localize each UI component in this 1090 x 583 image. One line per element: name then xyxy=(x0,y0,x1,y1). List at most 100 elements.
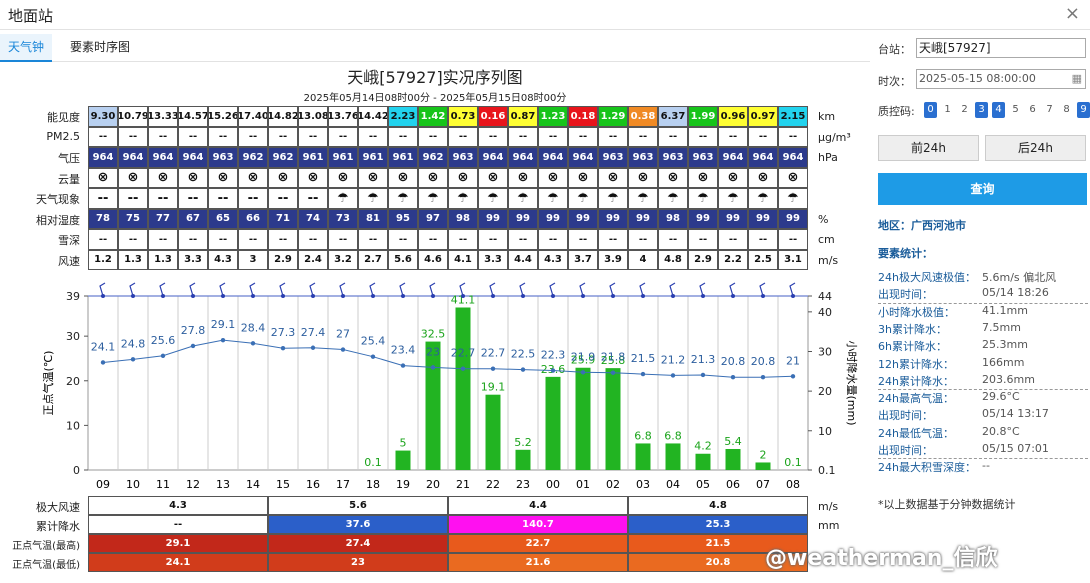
wind-barb-icon xyxy=(189,282,196,297)
wind-barb-icon xyxy=(639,282,646,297)
rain-label: 19.1 xyxy=(481,381,506,394)
temp-point xyxy=(130,357,136,362)
temp-label: 22.3 xyxy=(541,349,566,362)
y2-tick-label: 30 xyxy=(818,345,832,358)
x-tick-label: 01 xyxy=(576,478,590,491)
station-input[interactable]: 天峨[57927] xyxy=(916,38,1086,58)
y-tick-label: 20 xyxy=(66,375,80,388)
time-input[interactable]: 2025-05-15 08:00:00 ▦ xyxy=(916,69,1086,89)
temp-label: 24.8 xyxy=(121,337,146,350)
rain-bar xyxy=(515,449,531,470)
rain-bar xyxy=(635,443,651,470)
x-tick-label: 17 xyxy=(336,478,350,491)
y-tick-label: 30 xyxy=(66,330,80,343)
temp-point xyxy=(370,354,376,359)
x-tick-label: 22 xyxy=(486,478,500,491)
region-label: 地区：广西河池市 xyxy=(878,219,966,232)
x-tick-label: 15 xyxy=(276,478,290,491)
wind-barb-icon xyxy=(309,282,316,297)
calendar-icon[interactable]: ▦ xyxy=(1072,70,1082,88)
temp-point xyxy=(100,360,106,365)
qc-label: 质控码: xyxy=(878,105,915,118)
stat-value: 7.5mm xyxy=(982,320,1021,334)
wind-barb-icon xyxy=(339,282,346,297)
temp-point xyxy=(730,375,736,380)
temp-point xyxy=(220,337,226,343)
rain-bar xyxy=(725,448,741,470)
x-tick-label: 14 xyxy=(246,478,260,491)
temp-point xyxy=(340,347,346,352)
y-tick-label: 0 xyxy=(73,464,80,477)
wind-barb-icon xyxy=(759,282,766,297)
temp-label: 21.8 xyxy=(601,351,626,364)
stat-value: 05/15 07:01 xyxy=(982,442,1049,455)
rain-label: 0.1 xyxy=(784,456,802,469)
query-button[interactable]: 查询 xyxy=(878,173,1087,205)
qc-code-5[interactable]: 5 xyxy=(1009,102,1022,118)
qc-code-6[interactable]: 6 xyxy=(1026,102,1039,118)
temp-point xyxy=(760,375,766,380)
rain-bar xyxy=(545,376,561,470)
qc-code-8[interactable]: 8 xyxy=(1060,102,1073,118)
stat-value: 41.1mm xyxy=(982,303,1028,317)
temp-label: 27 xyxy=(336,328,350,341)
temp-point xyxy=(550,368,556,373)
temp-label: 21.3 xyxy=(691,353,716,366)
prev-24h-button[interactable]: 前24h xyxy=(878,135,979,161)
wind-barb-icon xyxy=(549,282,556,297)
qc-code-4[interactable]: 4 xyxy=(992,102,1005,118)
x-tick-label: 07 xyxy=(756,478,770,491)
rain-bar xyxy=(485,394,501,470)
rain-label: 6.8 xyxy=(664,429,682,442)
next-24h-button[interactable]: 后24h xyxy=(985,135,1086,161)
temp-label: 25.4 xyxy=(361,335,386,348)
rain-bar xyxy=(665,443,681,470)
rain-bar xyxy=(455,307,471,470)
qc-code-7[interactable]: 7 xyxy=(1043,102,1056,118)
rain-label: 4.2 xyxy=(694,440,712,453)
y2-tick-label: 44 xyxy=(818,290,832,303)
rain-label: 5.4 xyxy=(724,435,742,448)
rain-bar xyxy=(755,462,771,470)
stat-value: 29.6°C xyxy=(982,390,1020,404)
stats-note: *以上数据基于分钟数据统计 xyxy=(878,498,1016,511)
temp-label: 27.8 xyxy=(181,324,206,337)
y2-tick-label: 20 xyxy=(818,385,832,398)
temp-label: 25.6 xyxy=(151,334,176,347)
x-tick-label: 11 xyxy=(156,478,170,491)
stats-title: 要素统计： xyxy=(878,247,933,260)
rain-label: 2 xyxy=(760,448,767,461)
wind-barb-icon xyxy=(249,282,256,297)
temp-label: 28.4 xyxy=(241,321,266,334)
x-tick-label: 00 xyxy=(546,478,560,491)
close-icon[interactable]: × xyxy=(1065,3,1080,24)
qc-code-0[interactable]: 0 xyxy=(924,102,937,118)
temp-point xyxy=(250,341,256,346)
x-tick-label: 23 xyxy=(516,478,530,491)
temp-point xyxy=(430,365,436,370)
temp-label: 21.9 xyxy=(571,350,596,363)
wind-barb-icon xyxy=(219,282,226,297)
temp-point xyxy=(160,353,166,358)
x-tick-label: 18 xyxy=(366,478,380,491)
temp-point xyxy=(310,345,316,350)
x-tick-label: 02 xyxy=(606,478,620,491)
qc-code-3[interactable]: 3 xyxy=(975,102,988,118)
temp-point xyxy=(190,343,196,349)
stat-value: 203.6mm xyxy=(982,372,1035,386)
temp-point xyxy=(670,373,676,378)
temp-label: 22.7 xyxy=(451,347,476,360)
temp-point xyxy=(460,366,466,371)
temp-label: 21 xyxy=(786,354,800,367)
temp-point xyxy=(640,371,646,377)
temp-point xyxy=(490,366,496,371)
qc-code-2[interactable]: 2 xyxy=(958,102,971,118)
rain-label: 32.5 xyxy=(421,328,446,341)
x-tick-label: 09 xyxy=(96,478,110,491)
y2-tick-label: 10 xyxy=(818,425,832,438)
station-label: 台站： xyxy=(878,43,911,56)
qc-code-1[interactable]: 1 xyxy=(941,102,954,118)
qc-code-9[interactable]: 9 xyxy=(1077,102,1090,118)
temperature-rain-chart: 0102030390.11020304044正点气温(℃) 小时降水量(mm)09… xyxy=(41,282,859,491)
y2-axis-label: 小时降水量(mm) xyxy=(845,340,859,425)
